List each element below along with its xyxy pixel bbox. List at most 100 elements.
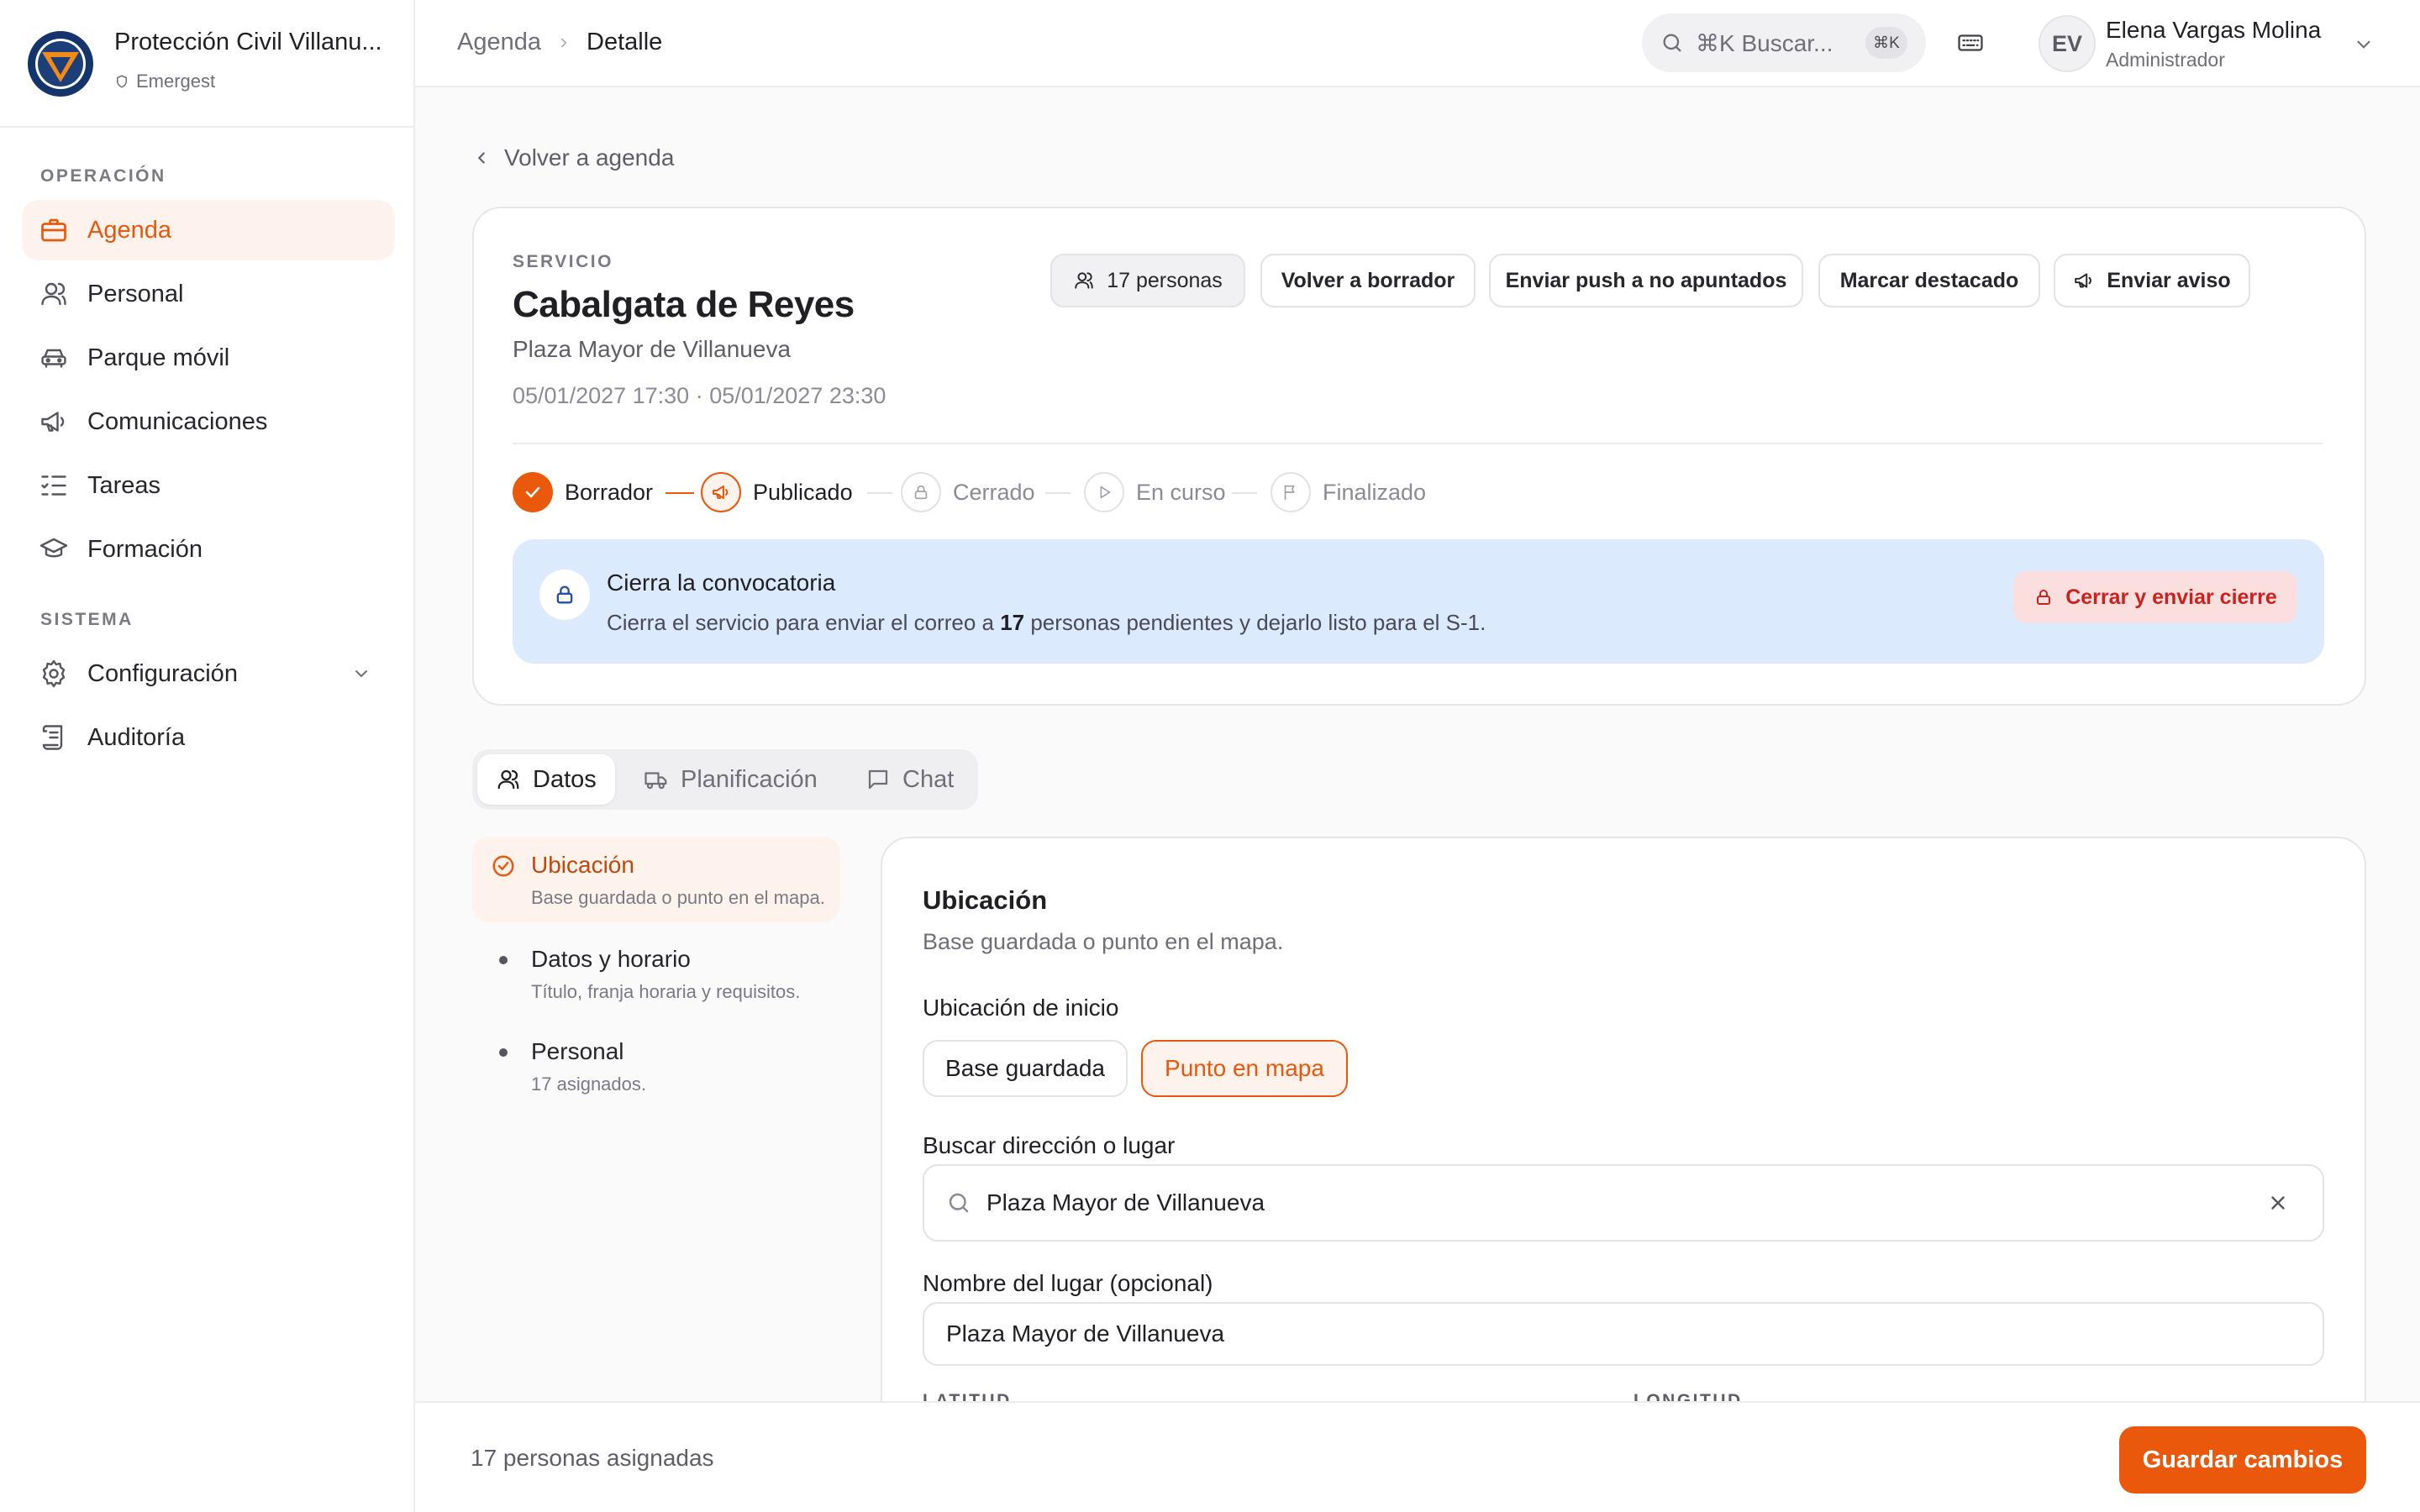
- chevron-left-icon: [472, 149, 491, 167]
- avatar[interactable]: EV: [2039, 15, 2096, 72]
- section-label-operacion: OPERACIÓN: [40, 166, 166, 186]
- search-address-label: Buscar dirección o lugar: [923, 1132, 1176, 1158]
- tab-label: Datos: [533, 765, 597, 793]
- megaphone-icon: [2073, 270, 2095, 291]
- graduation-cap-icon: [39, 534, 69, 564]
- step-label: Finalizado: [1323, 479, 1427, 505]
- sidebar-item-label: Comunicaciones: [87, 407, 268, 435]
- sidebar-item-formacion[interactable]: Formación: [22, 519, 395, 580]
- form-subtitle: Base guardada o punto en el mapa.: [923, 929, 1284, 954]
- save-changes-button[interactable]: Guardar cambios: [2119, 1426, 2366, 1494]
- step-label: Publicado: [753, 479, 853, 505]
- subnav-datos-horario[interactable]: Datos y horario Título, franja horaria y…: [472, 931, 840, 1016]
- back-label: Volver a agenda: [504, 144, 675, 171]
- back-to-agenda-link[interactable]: Volver a agenda: [472, 144, 674, 171]
- sidebar-item-label: Tareas: [87, 471, 161, 499]
- detail-tabs: Datos Planificación Chat: [472, 749, 978, 810]
- bullet-dot: [499, 1048, 508, 1057]
- step-publicado: Publicado: [701, 472, 853, 512]
- flag-icon: [1270, 472, 1311, 512]
- tab-datos[interactable]: Datos: [477, 754, 615, 805]
- close-call-alert: Cierra la convocatoria Cierra el servici…: [513, 539, 2324, 664]
- subnav-desc: Título, franja horaria y requisitos.: [531, 981, 801, 1002]
- user-role: Administrador: [2106, 49, 2225, 71]
- global-search[interactable]: ⌘K Buscar... ⌘K: [1642, 13, 1926, 72]
- subnav-desc: Base guardada o punto en el mapa.: [531, 887, 825, 908]
- step-label: Borrador: [565, 479, 654, 505]
- section-label-sistema: SISTEMA: [40, 610, 134, 629]
- car-icon: [39, 343, 69, 373]
- keyboard-icon: [1956, 29, 1985, 57]
- send-push-button[interactable]: Enviar push a no apuntados: [1489, 254, 1803, 307]
- scroll-icon: [39, 722, 69, 753]
- truck-icon: [644, 767, 669, 792]
- user-name[interactable]: Elena Vargas Molina: [2106, 17, 2321, 44]
- alert-text: Cierra el servicio para enviar el correo…: [607, 610, 1486, 635]
- breadcrumb-detalle: Detalle: [587, 29, 663, 55]
- subnav-desc: 17 asignados.: [531, 1074, 646, 1095]
- organization-product: Emergest: [114, 71, 215, 92]
- briefcase-icon: [39, 215, 69, 245]
- sidebar-item-parque-movil[interactable]: Parque móvil: [22, 328, 395, 388]
- address-search-field[interactable]: Plaza Mayor de Villanueva: [923, 1164, 2324, 1242]
- address-search-value: Plaza Mayor de Villanueva: [986, 1189, 1265, 1215]
- saved-base-option[interactable]: Base guardada: [923, 1040, 1128, 1097]
- check-icon: [513, 472, 553, 512]
- alert-count: 17: [1000, 610, 1025, 635]
- place-name-input[interactable]: Plaza Mayor de Villanueva: [923, 1302, 2324, 1366]
- tab-planificacion[interactable]: Planificación: [625, 754, 836, 805]
- people-count-label: 17 personas: [1107, 268, 1223, 292]
- chevron-down-icon[interactable]: [351, 664, 371, 684]
- search-placeholder: ⌘K Buscar...: [1696, 29, 1833, 56]
- alert-title: Cierra la convocatoria: [607, 570, 836, 596]
- sidebar-item-agenda[interactable]: Agenda: [22, 200, 395, 260]
- breadcrumb: Agenda Detalle: [457, 29, 662, 56]
- mark-highlighted-button[interactable]: Marcar destacado: [1818, 254, 2040, 307]
- back-to-draft-button[interactable]: Volver a borrador: [1260, 254, 1476, 307]
- subnav-ubicacion[interactable]: Ubicación Base guardada o punto en el ma…: [472, 837, 840, 922]
- sidebar-item-comunicaciones[interactable]: Comunicaciones: [22, 391, 395, 452]
- sidebar-item-label: Auditoría: [87, 723, 186, 751]
- civil-protection-logo-icon: [27, 30, 94, 97]
- sidebar-item-label: Personal: [87, 280, 184, 307]
- search-icon: [1660, 31, 1684, 55]
- form-title: Ubicación: [923, 885, 1048, 915]
- service-dates: 05/01/2027 17:30 · 05/01/2027 23:30: [513, 383, 886, 408]
- users-icon: [39, 279, 69, 309]
- sidebar-item-tareas[interactable]: Tareas: [22, 455, 395, 516]
- subnav-title: Personal: [531, 1038, 624, 1064]
- breadcrumb-agenda[interactable]: Agenda: [457, 29, 541, 56]
- product-name: Emergest: [136, 71, 216, 92]
- step-borrador: Borrador: [513, 472, 653, 512]
- sidebar-item-label: Formación: [87, 535, 203, 563]
- sidebar-item-label: Configuración: [87, 659, 238, 687]
- bullet-dot: [499, 956, 508, 964]
- tab-chat[interactable]: Chat: [847, 754, 972, 805]
- brand-header[interactable]: Protección Civil Villanu... Emergest: [0, 0, 413, 128]
- page-title: Cabalgata de Reyes: [513, 284, 855, 325]
- search-shortcut-badge: ⌘K: [1865, 27, 1907, 59]
- send-notice-button[interactable]: Enviar aviso: [2054, 254, 2250, 307]
- sidebar: Protección Civil Villanu... Emergest OPE…: [0, 0, 415, 1512]
- chevron-right-icon: [556, 35, 571, 50]
- lock-icon: [901, 472, 941, 512]
- subnav-title: Datos y horario: [531, 946, 691, 972]
- chevron-down-icon[interactable]: [2353, 34, 2375, 55]
- tab-label: Planificación: [681, 765, 818, 793]
- people-count-button[interactable]: 17 personas: [1050, 254, 1245, 307]
- close-and-send-button[interactable]: Cerrar y enviar cierre: [2013, 571, 2297, 623]
- step-connector: [867, 492, 892, 494]
- sidebar-item-auditoria[interactable]: Auditoría: [22, 707, 395, 768]
- keyboard-shortcuts-button[interactable]: [1956, 29, 1985, 57]
- sidebar-item-configuracion[interactable]: Configuración: [22, 643, 395, 704]
- step-connector: [1232, 492, 1257, 494]
- subnav-personal[interactable]: Personal 17 asignados.: [472, 1023, 840, 1109]
- megaphone-icon: [701, 472, 741, 512]
- play-icon: [1084, 472, 1124, 512]
- check-circle-icon: [491, 853, 516, 879]
- map-point-option[interactable]: Punto en mapa: [1141, 1040, 1348, 1097]
- sidebar-item-label: Parque móvil: [87, 344, 230, 371]
- step-label: En curso: [1136, 479, 1226, 505]
- clear-search-icon[interactable]: [2267, 1192, 2289, 1214]
- sidebar-item-personal[interactable]: Personal: [22, 264, 395, 324]
